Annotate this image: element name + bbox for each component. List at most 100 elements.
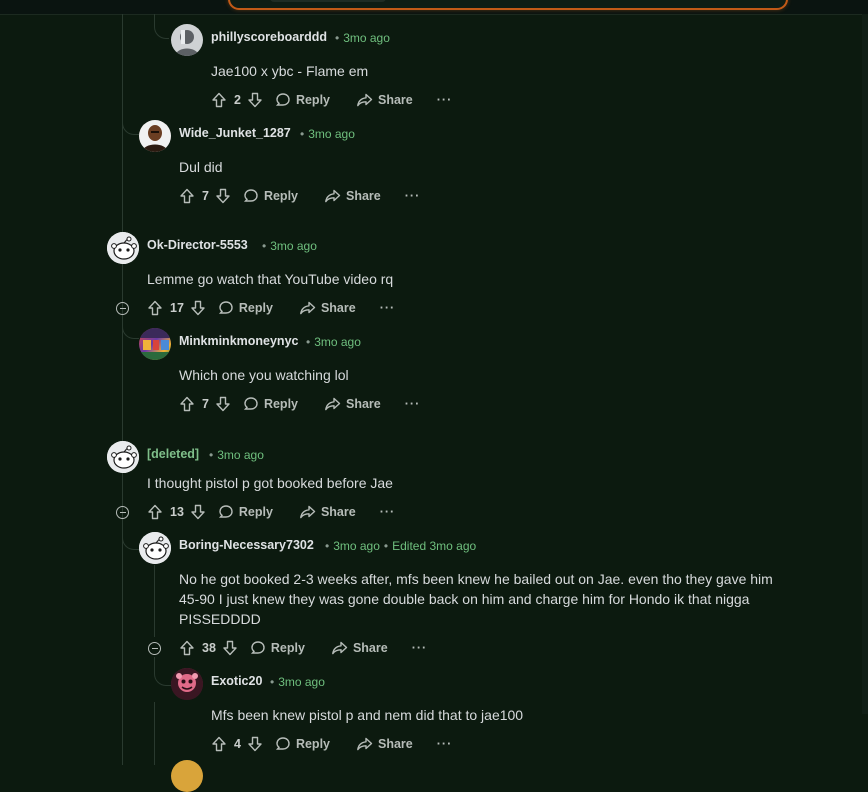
more-options-button[interactable]: ··· <box>412 641 428 655</box>
reply-icon <box>275 93 290 106</box>
separator-dot: • <box>306 335 311 349</box>
upvote-button[interactable] <box>179 640 195 656</box>
comment-timestamp[interactable]: 3mo ago <box>314 335 361 349</box>
user-avatar[interactable] <box>107 232 139 264</box>
share-label: Share <box>320 301 356 315</box>
downvote-button[interactable] <box>215 396 231 412</box>
reply-button[interactable]: Reply <box>275 92 330 108</box>
thread-line[interactable] <box>122 474 123 502</box>
upvote-button[interactable] <box>179 396 195 412</box>
share-label: Share <box>378 93 413 107</box>
share-button[interactable]: Share <box>299 300 356 316</box>
reply-label: Reply <box>295 737 330 751</box>
collapse-thread-icon[interactable] <box>116 302 129 315</box>
share-button[interactable]: Share <box>356 92 413 108</box>
comment-author[interactable]: Boring-Necessary7302 <box>179 538 314 552</box>
share-button[interactable]: Share <box>324 396 381 412</box>
comment-timestamp[interactable]: 3mo ago <box>217 448 264 462</box>
comment-author[interactable]: Exotic20 <box>211 674 262 688</box>
upvote-button[interactable] <box>211 736 227 752</box>
collapse-thread-icon[interactable] <box>148 642 161 655</box>
downvote-icon <box>191 504 205 520</box>
thread-connector <box>154 24 169 39</box>
upvote-button[interactable] <box>211 92 227 108</box>
reply-label: Reply <box>270 641 305 655</box>
separator-dot: • <box>300 127 305 141</box>
more-options-button[interactable]: ··· <box>437 737 453 751</box>
thread-line[interactable] <box>122 266 123 290</box>
top-bar <box>0 0 868 15</box>
share-icon <box>332 641 348 655</box>
collapse-thread-icon[interactable] <box>116 506 129 519</box>
user-avatar[interactable] <box>171 24 203 56</box>
snoo-icon <box>107 441 139 473</box>
comment-author: [deleted] <box>147 447 200 461</box>
thread-connector <box>154 657 171 686</box>
downvote-icon <box>216 188 230 204</box>
share-button[interactable]: Share <box>299 504 356 520</box>
share-label: Share <box>346 189 381 203</box>
comment-meta: • 3mo ago <box>302 335 361 349</box>
share-icon <box>300 301 316 315</box>
scrollbar-track[interactable] <box>862 14 868 714</box>
downvote-icon <box>191 300 205 316</box>
downvote-icon <box>248 736 262 752</box>
user-avatar[interactable] <box>171 668 203 700</box>
thread-line[interactable] <box>154 702 155 765</box>
share-button[interactable]: Share <box>324 188 381 204</box>
more-options-button[interactable]: ··· <box>405 189 421 203</box>
comment-timestamp[interactable]: 3mo ago <box>278 675 325 689</box>
snoo-icon <box>139 532 171 564</box>
user-avatar[interactable] <box>107 441 139 473</box>
reply-button[interactable]: Reply <box>243 396 298 412</box>
reply-button[interactable]: Reply <box>218 300 273 316</box>
comment-actions: 7 Reply Share ··· <box>179 392 420 416</box>
thread-line[interactable] <box>154 565 155 637</box>
comment-author[interactable]: phillyscoreboarddd <box>211 30 327 44</box>
share-label: Share <box>320 505 356 519</box>
reply-button[interactable]: Reply <box>275 736 330 752</box>
user-avatar[interactable] <box>139 120 171 152</box>
comment-timestamp[interactable]: 3mo ago <box>333 539 380 553</box>
edited-label: Edited 3mo ago <box>392 539 477 553</box>
reply-button[interactable]: Reply <box>243 188 298 204</box>
reply-button[interactable]: Reply <box>250 640 305 656</box>
more-options-button[interactable]: ··· <box>380 301 396 315</box>
downvote-button[interactable] <box>222 640 238 656</box>
share-icon <box>357 737 373 751</box>
upvote-icon <box>180 396 194 412</box>
share-button[interactable]: Share <box>331 640 388 656</box>
comment-timestamp[interactable]: 3mo ago <box>308 127 355 141</box>
more-options-button[interactable]: ··· <box>405 397 421 411</box>
downvote-button[interactable] <box>190 300 206 316</box>
reply-icon <box>275 737 290 750</box>
user-avatar[interactable] <box>139 532 171 564</box>
downvote-button[interactable] <box>247 736 263 752</box>
upvote-icon <box>212 92 226 108</box>
separator-dot: • <box>262 239 267 253</box>
upvote-button[interactable] <box>147 300 163 316</box>
user-avatar[interactable] <box>139 328 171 360</box>
more-options-button[interactable]: ··· <box>437 93 453 107</box>
comment-body: Jae100 x ybc - Flame em <box>211 63 369 79</box>
upvote-button[interactable] <box>147 504 163 520</box>
downvote-button[interactable] <box>190 504 206 520</box>
search-bar[interactable] <box>228 0 788 10</box>
thread-connector <box>122 521 139 550</box>
reply-button[interactable]: Reply <box>218 504 273 520</box>
comment-meta: • 3mo ago <box>205 448 264 462</box>
downvote-button[interactable] <box>247 92 263 108</box>
comment-author[interactable]: Ok-Director-5553 <box>147 238 248 252</box>
comment-meta: • 3mo ago • Edited 3mo ago <box>321 539 476 553</box>
upvote-button[interactable] <box>179 188 195 204</box>
downvote-button[interactable] <box>215 188 231 204</box>
vote-count: 17 <box>170 301 184 315</box>
reply-icon <box>218 505 233 518</box>
more-options-button[interactable]: ··· <box>380 505 396 519</box>
share-button[interactable]: Share <box>356 736 413 752</box>
comment-body: Lemme go watch that YouTube video rq <box>147 271 394 287</box>
comment-timestamp[interactable]: 3mo ago <box>343 31 390 45</box>
comment-author[interactable]: Wide_Junket_1287 <box>179 126 291 140</box>
comment-timestamp[interactable]: 3mo ago <box>270 239 317 253</box>
comment-author[interactable]: Minkminkmoneynyc <box>179 334 298 348</box>
